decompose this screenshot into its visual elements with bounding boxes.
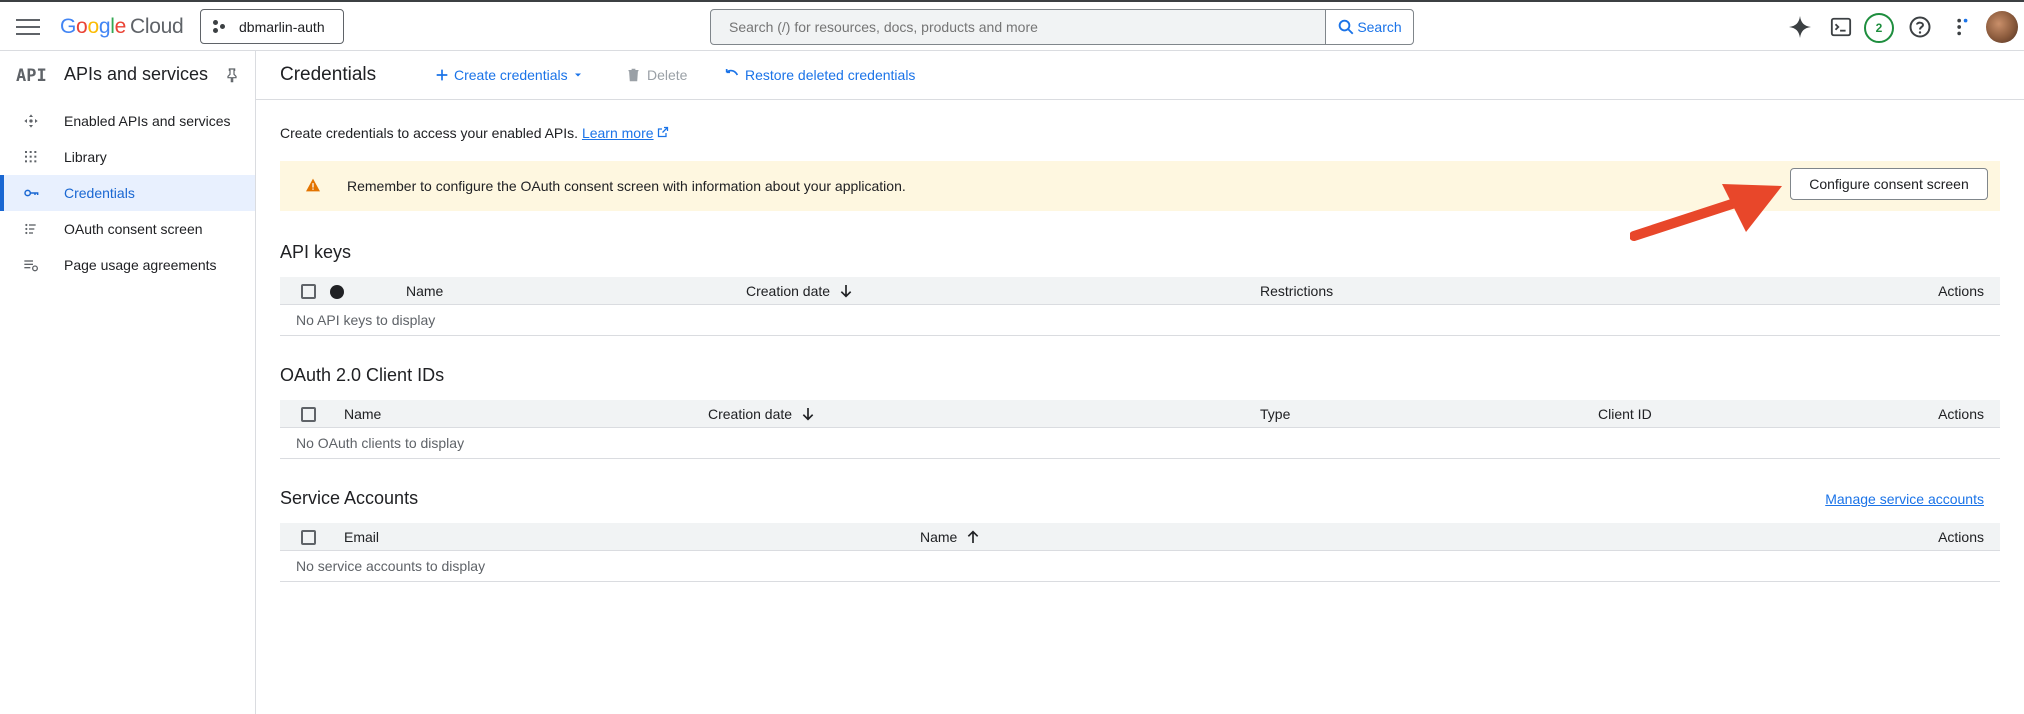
configure-consent-screen-button[interactable]: Configure consent screen: [1790, 168, 1988, 200]
project-name: dbmarlin-auth: [239, 18, 325, 35]
intro-text: Create credentials to access your enable…: [280, 125, 669, 141]
help-icon[interactable]: [1908, 15, 1932, 39]
table-row: No OAuth clients to display: [280, 429, 2000, 459]
sort-down-icon: [840, 285, 852, 298]
sidebar-item-page-usage[interactable]: Page usage agreements: [0, 247, 255, 283]
banner-message: Remember to configure the OAuth consent …: [347, 178, 906, 194]
action-bar: Credentials Create credentials Delete Re…: [256, 51, 2024, 100]
menu-icon[interactable]: [16, 16, 40, 36]
column-client-id: Client ID: [1598, 406, 1652, 422]
api-keys-table-header: Name Creation date Restrictions Actions: [280, 277, 2000, 305]
service-accounts-table-header: Email Name Actions: [280, 523, 2000, 551]
google-cloud-logo[interactable]: Google Cloud: [60, 15, 184, 39]
search-bar: Search: [710, 9, 1414, 45]
restore-deleted-credentials-button[interactable]: Restore deleted credentials: [724, 67, 915, 83]
column-actions: Actions: [1938, 529, 1984, 545]
sidebar-header: API APIs and services: [0, 51, 255, 99]
warning-icon: [306, 178, 320, 192]
sort-down-icon: [802, 408, 814, 421]
service-accounts-title: Service Accounts: [280, 488, 419, 508]
gemini-sparkle-icon[interactable]: [1788, 15, 1812, 39]
column-email[interactable]: Email: [344, 529, 379, 545]
external-link-icon[interactable]: [657, 126, 669, 138]
key-icon: [24, 189, 39, 197]
plus-icon: [436, 69, 448, 81]
status-dot-icon: [330, 285, 344, 299]
select-all-checkbox[interactable]: [301, 407, 316, 422]
enabled-apis-icon: [24, 114, 38, 128]
api-logo: API: [16, 66, 47, 86]
library-icon: [25, 151, 37, 163]
delete-button[interactable]: Delete: [626, 67, 687, 83]
column-actions: Actions: [1938, 283, 1984, 299]
sidebar-item-oauth-consent[interactable]: OAuth consent screen: [0, 211, 255, 247]
more-vert-icon[interactable]: [1950, 16, 1972, 38]
create-credentials-button[interactable]: Create credentials: [434, 67, 584, 83]
sidebar-item-enabled-apis[interactable]: Enabled APIs and services: [0, 103, 255, 139]
search-icon: [1339, 19, 1354, 35]
search-input[interactable]: [711, 10, 1325, 44]
trash-icon: [628, 68, 639, 82]
column-creation-date[interactable]: Creation date: [708, 406, 816, 422]
select-all-checkbox[interactable]: [301, 530, 316, 545]
learn-more-link[interactable]: Learn more: [582, 125, 654, 141]
sidebar-item-credentials[interactable]: Credentials: [0, 175, 255, 211]
oauth-consent-icon: [25, 223, 36, 235]
sidebar-item-library[interactable]: Library: [0, 139, 255, 175]
undo-icon: [725, 69, 739, 76]
search-button[interactable]: Search: [1325, 10, 1413, 44]
column-name[interactable]: Name: [920, 529, 981, 545]
pin-icon[interactable]: [224, 67, 240, 83]
project-picker[interactable]: dbmarlin-auth: [200, 9, 344, 44]
table-row: No API keys to display: [280, 306, 2000, 336]
table-row: No service accounts to display: [280, 552, 2000, 582]
oauth-table-header: Name Creation date Type Client ID Action…: [280, 400, 2000, 428]
manage-service-accounts-link[interactable]: Manage service accounts: [1825, 491, 1984, 507]
column-creation-date[interactable]: Creation date: [746, 283, 854, 299]
annotation-arrow-icon: [1630, 184, 1782, 241]
column-restrictions: Restrictions: [1260, 283, 1334, 299]
notifications-badge[interactable]: 2: [1864, 13, 1894, 43]
avatar[interactable]: [1986, 11, 2018, 43]
column-name[interactable]: Name: [344, 406, 381, 422]
select-all-checkbox[interactable]: [301, 284, 316, 299]
oauth-clients-title: OAuth 2.0 Client IDs: [280, 365, 445, 385]
page-usage-icon: [24, 260, 38, 272]
cloud-shell-icon[interactable]: [1830, 16, 1852, 38]
top-bar: GoogleCloud dbmarlin-auth Search 2: [0, 0, 2024, 51]
dropdown-arrow-icon: [574, 73, 581, 77]
column-name[interactable]: Name: [406, 283, 443, 299]
sidebar-title: APIs and services: [64, 64, 209, 84]
column-type: Type: [1260, 406, 1291, 422]
project-icon: [213, 19, 227, 34]
page-title: Credentials: [280, 64, 377, 85]
column-actions: Actions: [1938, 406, 1984, 422]
sort-up-icon: [968, 530, 979, 543]
sidebar: API APIs and services Enabled APIs and s…: [0, 51, 256, 714]
api-keys-title: API keys: [280, 242, 352, 262]
